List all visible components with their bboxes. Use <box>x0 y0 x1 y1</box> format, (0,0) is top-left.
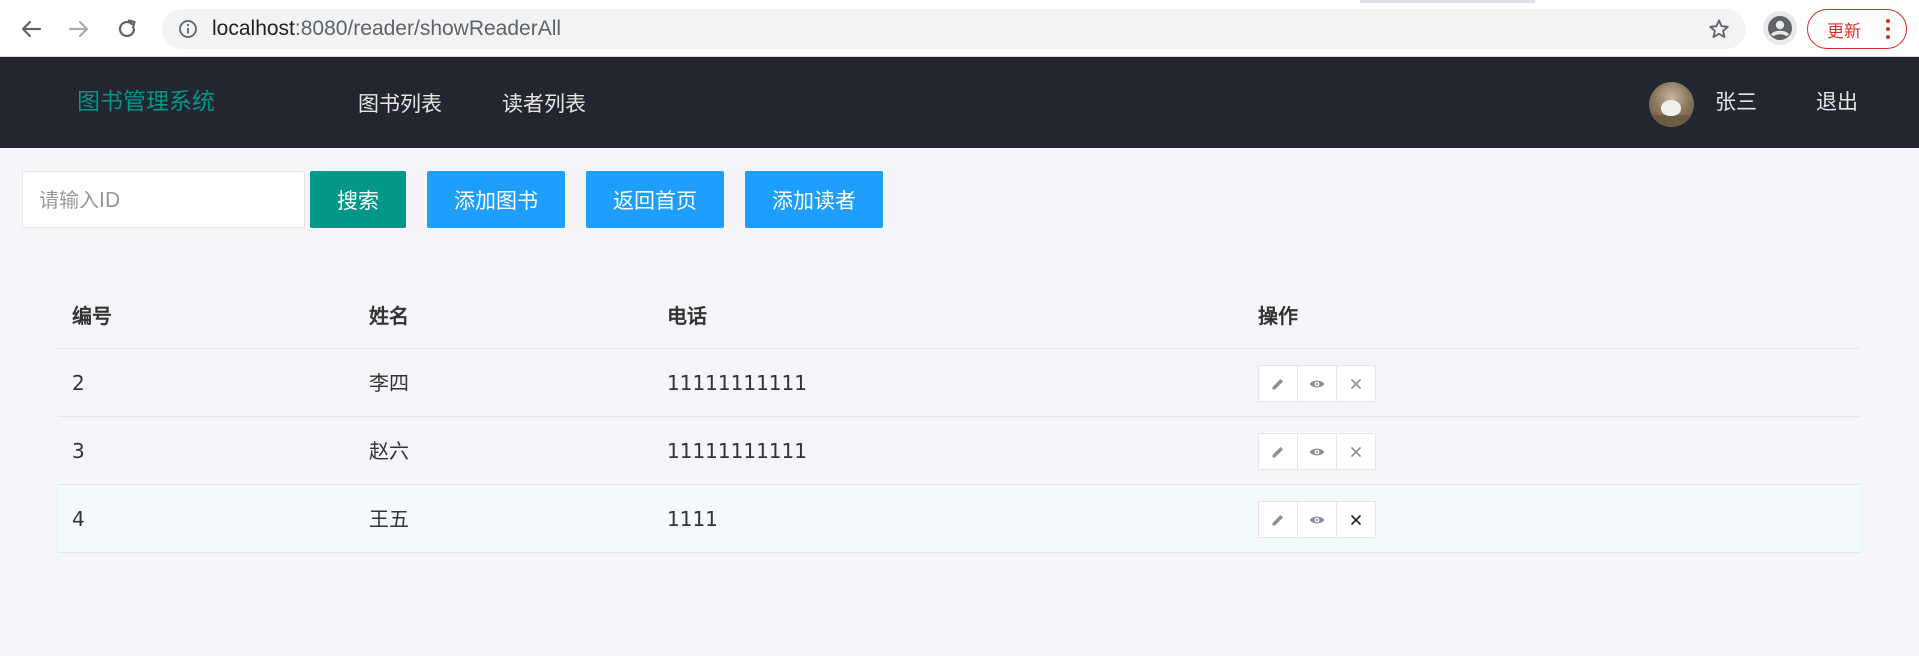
pencil-icon <box>1272 514 1283 525</box>
cell-phone: 11111111111 <box>667 439 807 463</box>
add-book-button[interactable]: 添加图书 <box>427 171 565 228</box>
brand-logo[interactable]: 图书管理系统 <box>77 57 215 148</box>
search-input[interactable] <box>22 171 305 228</box>
column-header-name: 姓名 <box>369 304 409 328</box>
cell-name: 王五 <box>369 507 409 531</box>
delete-button[interactable] <box>1336 501 1376 538</box>
close-icon <box>1350 378 1362 389</box>
update-label: 更新 <box>1827 21 1861 42</box>
table-row: 3 赵六 11111111111 <box>58 417 1861 485</box>
tab-edge <box>0 0 1360 3</box>
close-icon <box>1350 514 1362 525</box>
edit-button[interactable] <box>1258 433 1298 470</box>
delete-button[interactable] <box>1336 365 1376 402</box>
column-header-phone: 电话 <box>667 304 707 328</box>
table-row: 4 王五 1111 <box>58 485 1861 553</box>
person-icon <box>1768 16 1792 40</box>
eye-icon <box>1309 380 1325 387</box>
home-button[interactable]: 返回首页 <box>586 171 724 228</box>
url-path: :8080/reader/showReaderAll <box>294 17 562 40</box>
table-row: 2 李四 11111111111 <box>58 349 1861 417</box>
edit-button[interactable] <box>1258 501 1298 538</box>
pencil-icon <box>1272 446 1283 457</box>
row-actions <box>1258 433 1376 470</box>
eye-icon <box>1309 448 1325 455</box>
cell-id: 4 <box>72 507 85 531</box>
reload-icon <box>118 19 136 38</box>
tab-strip-edge <box>0 0 1919 3</box>
eye-icon <box>1309 516 1325 523</box>
forward-button[interactable] <box>62 12 96 46</box>
avatar-image-ground <box>1649 115 1694 127</box>
avatar[interactable] <box>1649 82 1694 127</box>
nav-item-books[interactable]: 图书列表 <box>358 88 442 118</box>
back-button[interactable] <box>14 12 48 46</box>
cell-phone: 11111111111 <box>667 371 807 395</box>
cell-phone: 1111 <box>667 507 718 531</box>
url-text: localhost:8080/reader/showReaderAll <box>212 9 561 49</box>
view-button[interactable] <box>1297 501 1337 538</box>
view-button[interactable] <box>1297 365 1337 402</box>
close-icon <box>1350 446 1362 457</box>
info-icon[interactable] <box>178 19 198 39</box>
browser-toolbar: localhost:8080/reader/showReaderAll 更新 <box>0 0 1919 57</box>
nav-item-readers[interactable]: 读者列表 <box>502 88 586 118</box>
view-button[interactable] <box>1297 433 1337 470</box>
search-button[interactable]: 搜索 <box>310 171 406 228</box>
profile-button[interactable] <box>1763 11 1797 45</box>
pencil-icon <box>1272 378 1283 389</box>
reader-table: 编号 姓名 电话 操作 2 李四 11111111111 3 赵六 111111… <box>58 283 1861 553</box>
cell-id: 3 <box>72 439 85 463</box>
delete-button[interactable] <box>1336 433 1376 470</box>
top-nav: 图书列表 读者列表 <box>358 57 646 148</box>
url-host: localhost <box>212 17 295 40</box>
user-name[interactable]: 张三 <box>1715 57 1757 148</box>
column-header-actions: 操作 <box>1258 304 1298 328</box>
avatar-image-bird <box>1661 100 1681 116</box>
cell-name: 李四 <box>369 371 409 395</box>
cell-id: 2 <box>72 371 85 395</box>
logout-link[interactable]: 退出 <box>1816 57 1858 148</box>
add-reader-button[interactable]: 添加读者 <box>745 171 883 228</box>
table-header: 编号 姓名 电话 操作 <box>58 283 1861 349</box>
star-icon[interactable] <box>1708 18 1730 40</box>
update-button[interactable]: 更新 <box>1807 9 1907 49</box>
app-header: 图书管理系统 图书列表 读者列表 张三 退出 <box>0 57 1919 148</box>
tab-edge <box>1535 0 1919 3</box>
arrow-right-icon <box>68 20 89 38</box>
row-actions <box>1258 365 1376 402</box>
row-actions <box>1258 501 1376 538</box>
cell-name: 赵六 <box>369 439 409 463</box>
address-bar[interactable]: localhost:8080/reader/showReaderAll <box>162 9 1746 49</box>
edit-button[interactable] <box>1258 365 1298 402</box>
arrow-left-icon <box>21 20 42 38</box>
reload-button[interactable] <box>110 12 144 46</box>
column-header-id: 编号 <box>72 304 112 328</box>
more-vert-icon <box>1886 19 1890 39</box>
